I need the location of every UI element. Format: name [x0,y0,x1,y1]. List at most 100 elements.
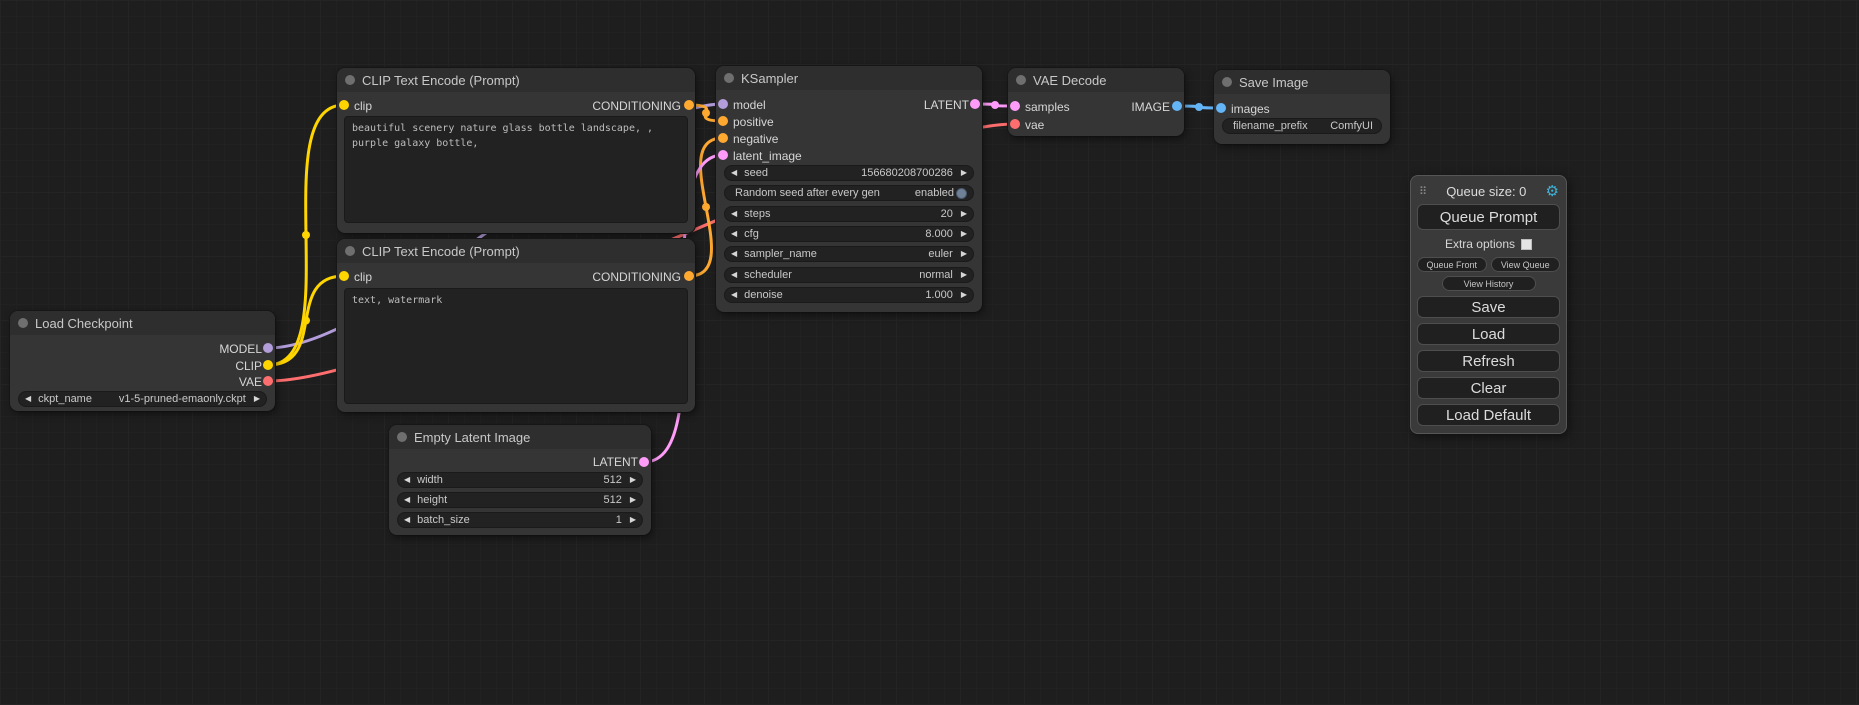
output-dot-latent[interactable] [970,99,980,109]
node-title-bar[interactable]: Empty Latent Image [389,425,651,449]
decrement-arrow-icon[interactable]: ◀ [25,395,31,403]
output-dot-vae[interactable] [263,376,273,386]
node-empty-latent-image[interactable]: Empty Latent Image LATENT ◀ width 512 ▶ … [389,425,651,535]
load-default-button[interactable]: Load Default [1417,404,1560,426]
widget-value: euler [928,248,952,260]
widget-sampler-name[interactable]: ◀ sampler_name euler ▶ [724,246,974,262]
node-title-bar[interactable]: Load Checkpoint [10,311,275,335]
decrement-arrow-icon[interactable]: ◀ [404,516,410,524]
widget-height[interactable]: ◀ height 512 ▶ [397,492,643,508]
output-label-conditioning: CONDITIONING [592,270,681,284]
output-dot-model[interactable] [263,343,273,353]
increment-arrow-icon[interactable]: ▶ [630,516,636,524]
input-dot-images[interactable] [1216,103,1226,113]
widget-value: normal [919,269,953,281]
node-ksampler[interactable]: KSampler model positive negative latent_… [716,66,982,312]
node-save-image[interactable]: Save Image images filename_prefix ComfyU… [1214,70,1390,144]
input-dot-clip[interactable] [339,271,349,281]
increment-arrow-icon[interactable]: ▶ [961,210,967,218]
input-label-positive: positive [733,115,774,129]
input-label-model: model [733,98,766,112]
widget-steps[interactable]: ◀ steps 20 ▶ [724,206,974,222]
collapse-dot-icon[interactable] [397,432,407,442]
widget-value: 20 [941,208,953,220]
widget-label: batch_size [417,514,470,526]
node-title-bar[interactable]: CLIP Text Encode (Prompt) [337,68,695,92]
node-title: VAE Decode [1033,73,1106,88]
node-title-bar[interactable]: CLIP Text Encode (Prompt) [337,239,695,263]
increment-arrow-icon[interactable]: ▶ [961,271,967,279]
widget-seed[interactable]: ◀ seed 156680208700286 ▶ [724,165,974,181]
increment-arrow-icon[interactable]: ▶ [961,230,967,238]
queue-prompt-button[interactable]: Queue Prompt [1417,204,1560,230]
queue-front-button[interactable]: Queue Front [1417,257,1487,272]
node-title: Save Image [1239,75,1308,90]
decrement-arrow-icon[interactable]: ◀ [404,496,410,504]
widget-filename-prefix[interactable]: filename_prefix ComfyUI [1222,118,1382,134]
widget-random-seed-toggle[interactable]: Random seed after every gen enabled [724,185,974,201]
node-graph-canvas[interactable]: Load Checkpoint MODEL CLIP VAE ◀ ckpt_na… [0,0,1859,705]
increment-arrow-icon[interactable]: ▶ [961,250,967,258]
drag-handle-icon[interactable]: ⠿ [1419,185,1427,198]
extra-options-checkbox[interactable] [1521,239,1532,250]
decrement-arrow-icon[interactable]: ◀ [731,271,737,279]
decrement-arrow-icon[interactable]: ◀ [731,291,737,299]
output-label-vae: VAE [239,375,262,389]
increment-arrow-icon[interactable]: ▶ [961,291,967,299]
prompt-textarea[interactable]: beautiful scenery nature glass bottle la… [344,116,688,223]
collapse-dot-icon[interactable] [18,318,28,328]
output-dot-clip[interactable] [263,360,273,370]
load-button[interactable]: Load [1417,323,1560,345]
decrement-arrow-icon[interactable]: ◀ [404,476,410,484]
input-dot-model[interactable] [718,99,728,109]
widget-cfg[interactable]: ◀ cfg 8.000 ▶ [724,226,974,242]
refresh-button[interactable]: Refresh [1417,350,1560,372]
widget-width[interactable]: ◀ width 512 ▶ [397,472,643,488]
input-dot-samples[interactable] [1010,101,1020,111]
widget-value: 1 [616,514,622,526]
collapse-dot-icon[interactable] [1016,75,1026,85]
widget-scheduler[interactable]: ◀ scheduler normal ▶ [724,267,974,283]
toggle-indicator-icon[interactable] [956,188,967,199]
output-dot-conditioning[interactable] [684,100,694,110]
node-title-bar[interactable]: VAE Decode [1008,68,1184,92]
widget-batch-size[interactable]: ◀ batch_size 1 ▶ [397,512,643,528]
node-load-checkpoint[interactable]: Load Checkpoint MODEL CLIP VAE ◀ ckpt_na… [10,311,275,411]
increment-arrow-icon[interactable]: ▶ [630,476,636,484]
prompt-textarea[interactable]: text, watermark [344,288,688,404]
collapse-dot-icon[interactable] [724,73,734,83]
save-button[interactable]: Save [1417,296,1560,318]
input-dot-positive[interactable] [718,116,728,126]
output-dot-image[interactable] [1172,101,1182,111]
node-title-bar[interactable]: KSampler [716,66,982,90]
node-clip-text-encode-negative[interactable]: CLIP Text Encode (Prompt) clip CONDITION… [337,239,695,412]
collapse-dot-icon[interactable] [345,246,355,256]
collapse-dot-icon[interactable] [1222,77,1232,87]
input-dot-latent-image[interactable] [718,150,728,160]
widget-denoise[interactable]: ◀ denoise 1.000 ▶ [724,287,974,303]
decrement-arrow-icon[interactable]: ◀ [731,169,737,177]
increment-arrow-icon[interactable]: ▶ [254,395,260,403]
widget-ckpt-name[interactable]: ◀ ckpt_name v1-5-pruned-emaonly.ckpt ▶ [18,391,267,407]
widget-value: 1.000 [925,289,953,301]
input-label-clip: clip [354,99,372,113]
view-queue-button[interactable]: View Queue [1491,257,1561,272]
node-clip-text-encode-positive[interactable]: CLIP Text Encode (Prompt) clip CONDITION… [337,68,695,233]
decrement-arrow-icon[interactable]: ◀ [731,250,737,258]
input-dot-negative[interactable] [718,133,728,143]
settings-gear-icon[interactable]: ⚙ [1546,182,1559,200]
collapse-dot-icon[interactable] [345,75,355,85]
decrement-arrow-icon[interactable]: ◀ [731,230,737,238]
increment-arrow-icon[interactable]: ▶ [961,169,967,177]
output-dot-latent[interactable] [639,457,649,467]
view-history-button[interactable]: View History [1442,276,1536,291]
increment-arrow-icon[interactable]: ▶ [630,496,636,504]
clear-button[interactable]: Clear [1417,377,1560,399]
node-title-bar[interactable]: Save Image [1214,70,1390,94]
input-dot-clip[interactable] [339,100,349,110]
output-dot-conditioning[interactable] [684,271,694,281]
decrement-arrow-icon[interactable]: ◀ [731,210,737,218]
node-vae-decode[interactable]: VAE Decode samples vae IMAGE [1008,68,1184,136]
widget-label: filename_prefix [1233,120,1308,132]
input-dot-vae[interactable] [1010,119,1020,129]
